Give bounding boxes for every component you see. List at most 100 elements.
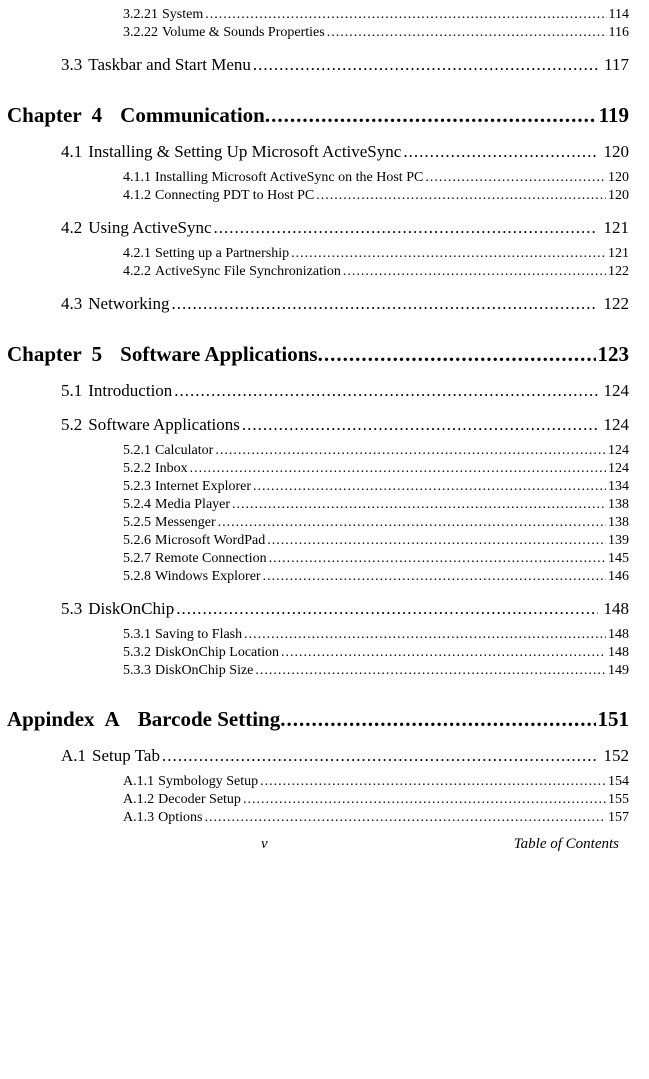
chapter-title: Software Applications — [120, 342, 317, 367]
toc-entry-lvl2: 5.1Introduction.........................… — [5, 381, 629, 401]
footer-label: Table of Contents — [514, 836, 619, 853]
entry-title: Remote Connection — [155, 551, 267, 567]
leader-dots: ........................................… — [214, 218, 598, 238]
entry-page: 139 — [608, 533, 629, 549]
entry-number: 5.3 — [61, 599, 82, 619]
leader-dots: ........................................… — [253, 479, 606, 495]
entry-title: Symbology Setup — [158, 774, 258, 790]
leader-dots: ........................................… — [327, 25, 607, 41]
leader-dots: ........................................… — [403, 142, 597, 162]
leader-dots: ........................................… — [171, 294, 597, 314]
entry-number: 5.3.1 — [123, 627, 151, 643]
entry-number: A.1.3 — [123, 810, 154, 826]
entry-page: 124 — [604, 415, 630, 435]
toc-entry-lvl3: 5.3.2DiskOnChip Location................… — [5, 645, 629, 661]
entry-title: Decoder Setup — [158, 792, 241, 808]
entry-page: 152 — [604, 746, 630, 766]
entry-title: Installing & Setting Up Microsoft Active… — [88, 142, 401, 162]
leader-dots: ........................................… — [281, 645, 606, 661]
entry-page: 121 — [604, 218, 630, 238]
toc-entry-lvl3: 5.2.8Windows Explorer...................… — [5, 569, 629, 585]
entry-page: 124 — [608, 461, 629, 477]
entry-page: 116 — [609, 25, 629, 41]
entry-page: 122 — [604, 294, 630, 314]
entry-number: 4.1.2 — [123, 188, 151, 204]
chapter-number: 5 — [82, 342, 121, 367]
entry-title: Networking — [88, 294, 169, 314]
leader-dots: ........................................… — [255, 663, 606, 679]
entry-page: 121 — [608, 246, 629, 262]
entry-page: 148 — [608, 627, 629, 643]
entry-title: Using ActiveSync — [88, 218, 211, 238]
entry-title: Saving to Flash — [155, 627, 242, 643]
entry-title: Inbox — [155, 461, 188, 477]
entry-title: DiskOnChip — [88, 599, 174, 619]
entry-title: DiskOnChip Size — [155, 663, 253, 679]
toc-entry-lvl3: 4.2.2ActiveSync File Synchronization....… — [5, 264, 629, 280]
entry-number: A.1.1 — [123, 774, 154, 790]
entry-number: 3.2.22 — [123, 25, 158, 41]
toc-entry-lvl3: 5.2.3Internet Explorer..................… — [5, 479, 629, 495]
entry-page: 124 — [604, 381, 630, 401]
leader-dots: ........................................… — [232, 497, 606, 513]
entry-number: 5.2 — [61, 415, 82, 435]
leader-dots: ........................................… — [205, 7, 606, 23]
entry-page: 155 — [608, 792, 629, 808]
entry-page: 117 — [604, 55, 629, 75]
entry-number: 5.2.8 — [123, 569, 151, 585]
entry-number: 5.2.2 — [123, 461, 151, 477]
toc-entry-lvl3: 3.2.22Volume & Sounds Properties........… — [5, 25, 629, 41]
chapter-label: Appindex — [7, 707, 95, 732]
leader-dots: ........................................… — [343, 264, 606, 280]
entry-title: Setting up a Partnership — [155, 246, 289, 262]
toc-entry-lvl2: 5.3DiskOnChip...........................… — [5, 599, 629, 619]
page-roman: v — [15, 836, 514, 853]
chapter-number: A — [95, 707, 138, 732]
entry-number: 5.2.6 — [123, 533, 151, 549]
entry-number: A.1.2 — [123, 792, 154, 808]
chapter-page: 151 — [598, 707, 630, 732]
entry-page: 148 — [604, 599, 630, 619]
leader-dots: ........................................… — [316, 188, 606, 204]
entry-title: Messenger — [155, 515, 216, 531]
chapter-page: 123 — [598, 342, 630, 367]
entry-title: ActiveSync File Synchronization — [155, 264, 341, 280]
entry-page: 149 — [608, 663, 629, 679]
entry-number: 5.3.2 — [123, 645, 151, 661]
entry-page: 122 — [608, 264, 629, 280]
toc-entry-lvl3: 5.3.1Saving to Flash....................… — [5, 627, 629, 643]
toc-entry-lvl3: 4.2.1Setting up a Partnership...........… — [5, 246, 629, 262]
leader-dots: ........................................… — [267, 533, 606, 549]
entry-page: 120 — [608, 188, 629, 204]
leader-dots: ........................................… — [174, 381, 597, 401]
entry-number: 4.1.1 — [123, 170, 151, 186]
entry-number: 5.2.1 — [123, 443, 151, 459]
entry-page: 146 — [608, 569, 629, 585]
entry-number: A.1 — [61, 746, 86, 766]
entry-number: 4.2 — [61, 218, 82, 238]
leader-dots: ........................................… — [280, 707, 595, 732]
entry-title: Calculator — [155, 443, 213, 459]
entry-title: Installing Microsoft ActiveSync on the H… — [155, 170, 423, 186]
chapter-title: Barcode Setting — [138, 707, 281, 732]
entry-title: Internet Explorer — [155, 479, 251, 495]
toc-entry-lvl2: 5.2Software Applications................… — [5, 415, 629, 435]
toc-entry-lvl3: A.1.3Options............................… — [5, 810, 629, 826]
toc-entry-lvl2: 4.1Installing & Setting Up Microsoft Act… — [5, 142, 629, 162]
chapter-page: 119 — [599, 103, 629, 128]
toc-entry-lvl2: 3.3Taskbar and Start Menu...............… — [5, 55, 629, 75]
entry-page: 145 — [608, 551, 629, 567]
entry-page: 120 — [604, 142, 630, 162]
toc-entry-lvl3: 5.2.6Microsoft WordPad..................… — [5, 533, 629, 549]
entry-title: Microsoft WordPad — [155, 533, 265, 549]
entry-number: 4.3 — [61, 294, 82, 314]
leader-dots: ........................................… — [242, 415, 598, 435]
entry-page: 138 — [608, 497, 629, 513]
entry-number: 5.2.3 — [123, 479, 151, 495]
toc-content: 3.2.21System............................… — [5, 7, 629, 826]
entry-number: 3.2.21 — [123, 7, 158, 23]
leader-dots: ........................................… — [425, 170, 606, 186]
entry-page: 134 — [608, 479, 629, 495]
leader-dots: ........................................… — [204, 810, 606, 826]
leader-dots: ........................................… — [269, 551, 606, 567]
